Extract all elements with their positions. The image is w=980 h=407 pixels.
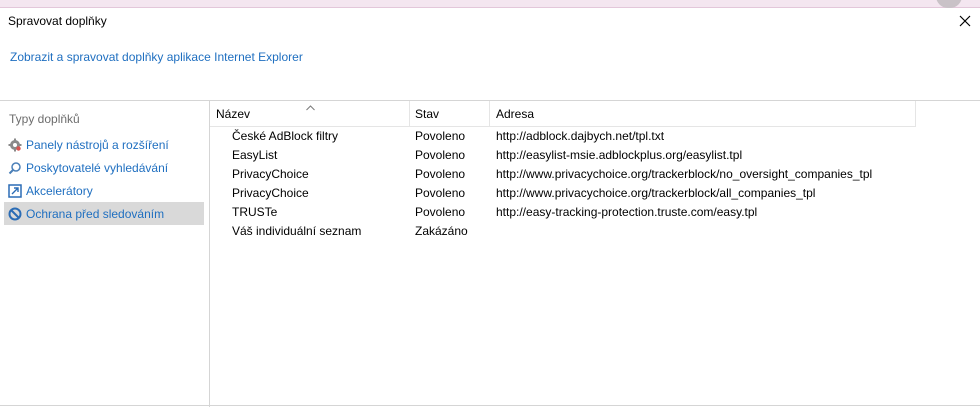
- table-row[interactable]: PrivacyChoice Povoleno http://www.privac…: [210, 165, 916, 184]
- table-row[interactable]: EasyList Povoleno http://easylist-msie.a…: [210, 146, 916, 165]
- table-row[interactable]: PrivacyChoice Povoleno http://www.privac…: [210, 184, 916, 203]
- addon-address: http://www.privacychoice.org/trackerbloc…: [496, 186, 816, 200]
- column-divider[interactable]: [915, 101, 916, 127]
- addon-status: Zakázáno: [415, 224, 468, 238]
- addons-list: Název Stav Adresa České AdBlock filtry P…: [210, 101, 980, 407]
- addon-status: Povoleno: [415, 129, 466, 143]
- column-header-status[interactable]: Stav: [415, 101, 487, 127]
- column-header-address[interactable]: Adresa: [496, 101, 906, 127]
- table-row[interactable]: České AdBlock filtry Povoleno http://adb…: [210, 127, 916, 146]
- window-title: Spravovat doplňky: [8, 14, 107, 28]
- close-icon: [959, 15, 971, 27]
- sidebar-item-label: Akcelerátory: [26, 183, 93, 198]
- addon-name: TRUSTe: [232, 205, 278, 219]
- accelerator-icon: [8, 183, 22, 198]
- sidebar-item-tracking-protection[interactable]: Ochrana před sledováním: [4, 202, 204, 225]
- addon-name: Váš individuální seznam: [232, 224, 362, 238]
- addon-address: http://easylist-msie.adblockplus.org/eas…: [496, 148, 743, 162]
- title-bar: Spravovat doplňky: [0, 8, 980, 36]
- column-divider[interactable]: [409, 101, 410, 127]
- addon-status: Povoleno: [415, 205, 466, 219]
- addon-address: http://easy-tracking-protection.truste.c…: [496, 205, 758, 219]
- sidebar-heading: Typy doplňků: [9, 112, 80, 126]
- addon-status: Povoleno: [415, 167, 466, 181]
- sidebar-item-search-providers[interactable]: Poskytovatelé vyhledávání: [4, 156, 204, 179]
- table-row[interactable]: TRUSTe Povoleno http://easy-tracking-pro…: [210, 203, 916, 222]
- sidebar-item-label: Ochrana před sledováním: [26, 206, 165, 221]
- gear-icon: [8, 138, 22, 152]
- addon-address: http://www.privacychoice.org/trackerbloc…: [496, 167, 873, 181]
- sidebar-item-label: Panely nástrojů a rozšíření: [26, 137, 169, 152]
- addon-name: České AdBlock filtry: [232, 129, 339, 143]
- addon-status: Povoleno: [415, 148, 466, 162]
- window-top-strip: [0, 0, 980, 8]
- table-row[interactable]: Váš individuální seznam Zakázáno: [210, 222, 916, 241]
- divider: [0, 405, 980, 406]
- page-subtitle: Zobrazit a spravovat doplňky aplikace In…: [10, 50, 303, 64]
- sidebar-item-label: Poskytovatelé vyhledávání: [26, 160, 169, 175]
- addon-status: Povoleno: [415, 186, 466, 200]
- addon-name: PrivacyChoice: [232, 186, 309, 200]
- sidebar-item-accelerators[interactable]: Akcelerátory: [4, 179, 204, 202]
- column-header-name[interactable]: Název: [216, 101, 406, 127]
- column-divider[interactable]: [489, 101, 490, 127]
- magnifier-icon: [8, 161, 22, 175]
- addon-address: http://adblock.dajbych.net/tpl.txt: [496, 129, 665, 143]
- close-button[interactable]: [956, 12, 974, 30]
- table-header: Název Stav Adresa: [210, 101, 916, 127]
- sidebar: Typy doplňků Panely nástrojů a rozšíření…: [0, 101, 209, 407]
- addon-name: PrivacyChoice: [232, 167, 309, 181]
- addon-name: EasyList: [232, 148, 278, 162]
- no-tracking-icon: [8, 207, 22, 221]
- sidebar-item-toolbars[interactable]: Panely nástrojů a rozšíření: [4, 133, 204, 156]
